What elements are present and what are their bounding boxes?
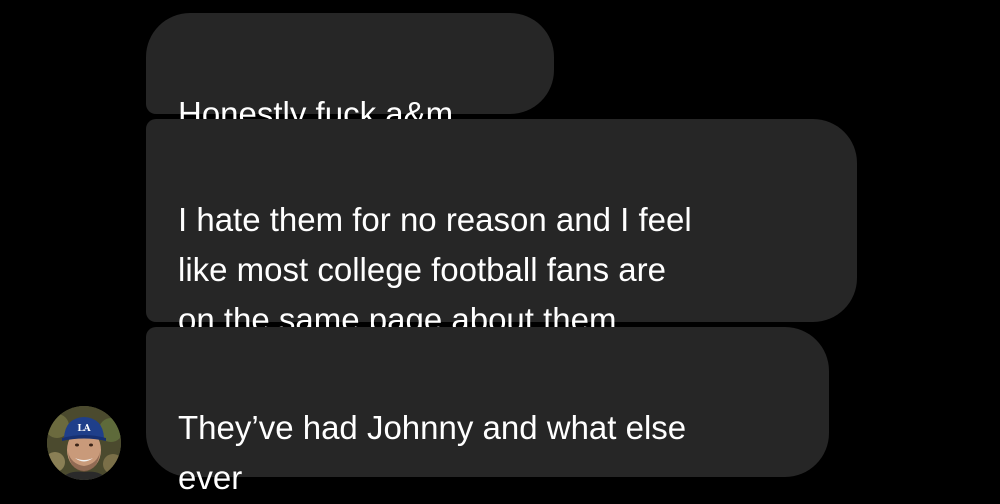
message-bubble[interactable]: Honestly fuck a&m bbox=[146, 13, 554, 132]
message-text: I hate them for no reason and I feel lik… bbox=[178, 201, 692, 338]
message-bubble[interactable]: I hate them for no reason and I feel lik… bbox=[146, 119, 857, 338]
message-text: They’ve had Johnny and what else ever bbox=[178, 409, 687, 496]
sender-avatar[interactable]: LA bbox=[47, 406, 121, 480]
profile-photo-icon: LA bbox=[47, 406, 121, 480]
message-thread: Honestly fuck a&m I hate them for no rea… bbox=[0, 0, 1000, 504]
cap-logo: LA bbox=[77, 424, 91, 434]
message-bubble[interactable]: They’ve had Johnny and what else ever bbox=[146, 327, 829, 496]
